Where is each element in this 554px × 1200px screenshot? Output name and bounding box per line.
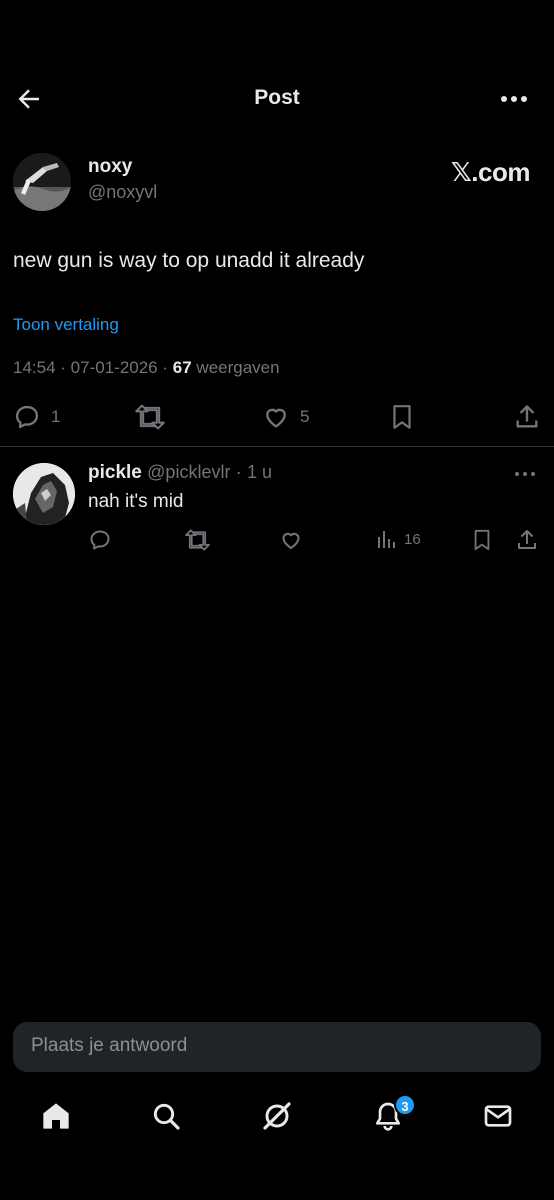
meta-separator: ·	[235, 462, 242, 482]
bookmark-icon	[471, 528, 493, 552]
bookmark-icon	[389, 403, 415, 431]
post-time: 14:54	[13, 358, 56, 377]
like-button[interactable]: 5	[262, 403, 309, 431]
analytics-icon	[376, 528, 398, 550]
repost-button[interactable]	[134, 403, 166, 431]
post-meta: 14:54 · 07-01-2026 · 67 weergaven	[13, 358, 280, 378]
share-icon	[515, 528, 539, 552]
author-name[interactable]: noxy	[88, 156, 132, 178]
views-button[interactable]: 16	[376, 528, 421, 550]
reply-composer: Plaats je antwoord	[0, 1010, 554, 1082]
home-icon[interactable]	[40, 1100, 72, 1132]
reply-text: nah it's mid	[88, 491, 184, 512]
more-options-icon[interactable]	[500, 92, 528, 106]
top-app-bar: Post	[0, 0, 554, 130]
bookmark-button[interactable]	[389, 403, 415, 431]
reply-icon	[88, 528, 112, 552]
repost-icon	[184, 528, 211, 552]
reply-input-placeholder: Plaats je antwoord	[31, 1035, 188, 1056]
repost-icon	[134, 403, 166, 431]
post-actions: 1 5	[0, 403, 554, 437]
post-text: new gun is way to op unadd it already	[13, 249, 365, 272]
share-icon	[513, 403, 541, 431]
mail-icon[interactable]	[482, 1100, 514, 1132]
reply-author-handle[interactable]: @picklevlr	[147, 462, 230, 482]
reply-input[interactable]: Plaats je antwoord	[13, 1022, 541, 1072]
meta-separator: ·	[162, 358, 173, 377]
notification-badge: 3	[394, 1094, 416, 1116]
like-count: 5	[300, 407, 310, 426]
translate-link[interactable]: Toon vertaling	[13, 315, 119, 335]
search-icon[interactable]	[150, 1100, 182, 1132]
reply-time: 1 u	[247, 462, 273, 482]
heart-icon	[279, 528, 303, 552]
reply-views-count: 16	[404, 530, 421, 548]
share-button[interactable]	[513, 403, 541, 431]
more-options-icon[interactable]	[514, 470, 536, 478]
views-count: 67	[172, 358, 192, 377]
grok-icon[interactable]	[261, 1100, 293, 1132]
bookmark-button[interactable]	[471, 528, 493, 552]
reply-actions: 16	[0, 528, 554, 552]
bottom-tab-bar: 3	[0, 1082, 554, 1200]
repost-button[interactable]	[184, 528, 211, 552]
like-button[interactable]	[279, 528, 303, 552]
views-label: weergaven	[196, 358, 280, 377]
share-button[interactable]	[515, 528, 539, 552]
reply-count: 1	[51, 407, 61, 426]
reply-header: pickle @picklevlr · 1 u	[88, 462, 272, 484]
divider	[0, 446, 554, 447]
reply-author-name[interactable]: pickle	[88, 462, 142, 483]
page-title: Post	[254, 86, 300, 109]
heart-icon	[262, 403, 290, 431]
post-date: 07-01-2026	[70, 358, 158, 377]
reply-button[interactable]: 1	[13, 403, 60, 431]
avatar[interactable]	[13, 153, 71, 211]
reply-icon	[13, 403, 41, 431]
x-logo-text: 𝕏.com	[450, 157, 531, 187]
meta-separator: ·	[60, 358, 71, 377]
author-handle[interactable]: @noxyvl	[88, 182, 157, 203]
reply-button[interactable]	[88, 528, 112, 552]
avatar[interactable]	[13, 463, 75, 525]
